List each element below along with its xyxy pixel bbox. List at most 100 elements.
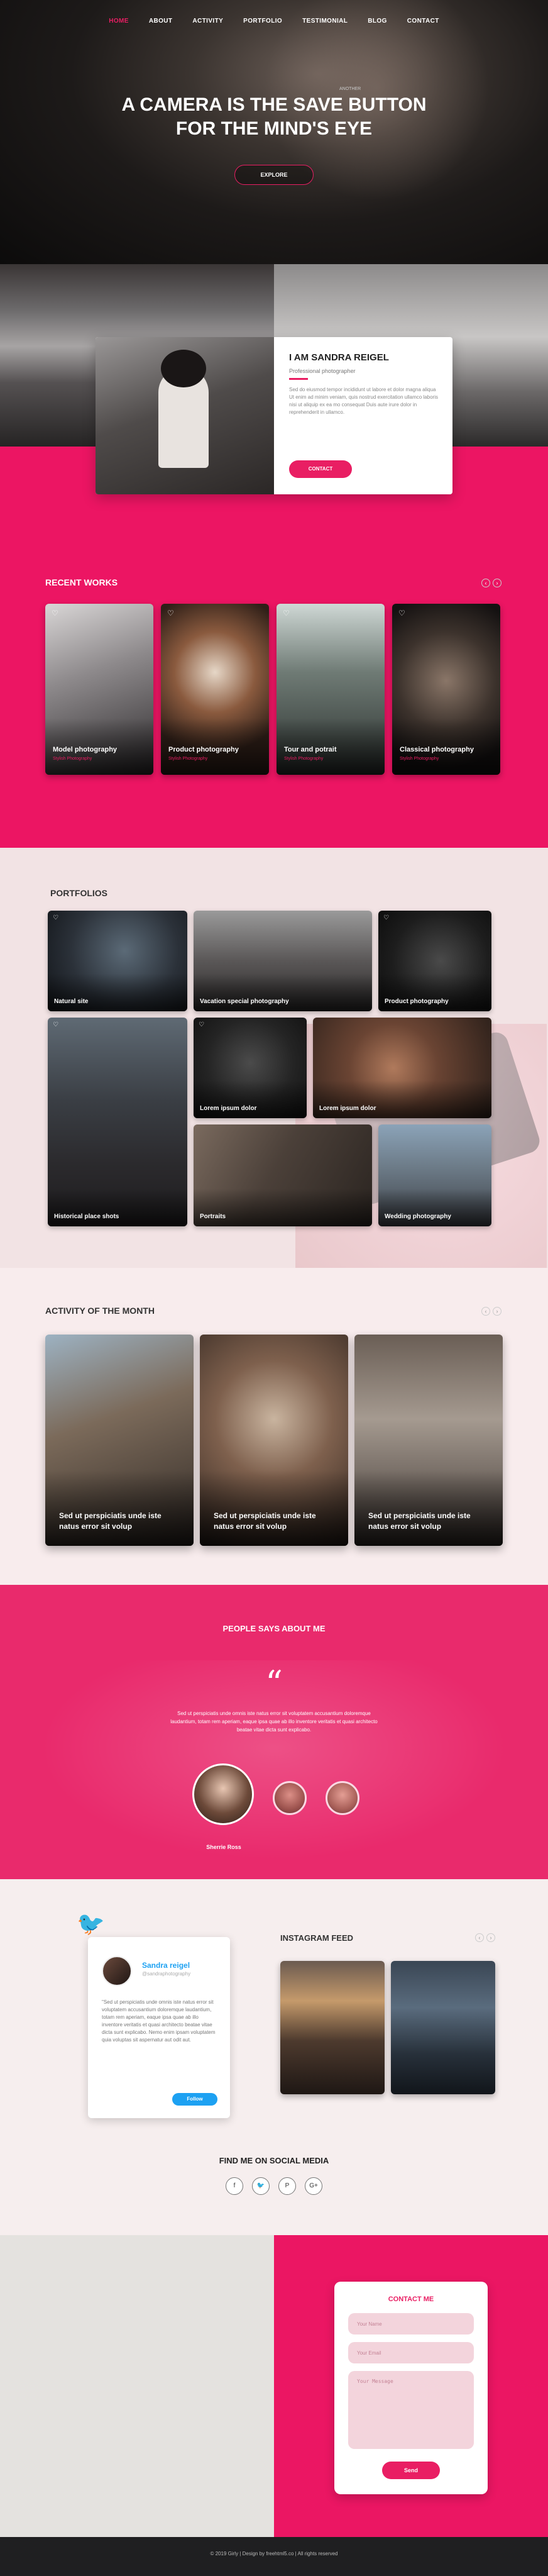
activity-card-title: Sed ut perspiciatis unde iste natus erro… (368, 1511, 471, 1531)
twitter-bird-icon: 🐦 (77, 1911, 105, 1936)
portfolio-item[interactable]: Wedding photography (378, 1124, 491, 1226)
heart-icon[interactable]: ♡ (53, 1021, 58, 1028)
portfolio-item[interactable]: ♡ Historical place shots (48, 1018, 187, 1226)
card-shade (48, 1189, 187, 1226)
about-text: I AM SANDRA REIGEL Professional photogra… (289, 352, 440, 416)
about-photo-hat (161, 350, 206, 387)
social-icons: f 🐦 P G+ (0, 2177, 548, 2195)
next-arrow-icon[interactable]: › (493, 1307, 501, 1316)
card-shade (200, 1470, 348, 1546)
contact-section: CONTACT ME Send (0, 2235, 548, 2537)
card-shade (313, 1080, 491, 1118)
instagram-image[interactable] (391, 1961, 495, 2094)
testimonial-avatar[interactable] (326, 1781, 359, 1815)
portfolio-item[interactable]: ♡ Lorem ipsum dolor (194, 1018, 307, 1118)
testimonial-text: Sed ut perspiciatis unde omnis iste natu… (170, 1711, 378, 1733)
activity-card-title: Sed ut perspiciatis unde iste natus erro… (59, 1511, 162, 1531)
heart-icon[interactable]: ♡ (383, 914, 389, 921)
prev-arrow-icon[interactable]: ‹ (481, 1307, 490, 1316)
recent-work-card[interactable]: ♡ Classical photography Stylish Photogra… (392, 604, 500, 775)
portfolio-item[interactable]: Vacation special photography (194, 911, 372, 1011)
nav-blog[interactable]: BLOG (368, 18, 387, 25)
next-arrow-icon[interactable]: › (486, 1933, 495, 1942)
prev-arrow-icon[interactable]: ‹ (481, 579, 490, 587)
name-input[interactable] (348, 2313, 474, 2334)
portfolio-item-title: Lorem ipsum dolor (319, 1105, 376, 1112)
email-input[interactable] (348, 2342, 474, 2363)
send-button[interactable]: Send (382, 2462, 440, 2479)
google-plus-icon[interactable]: G+ (305, 2177, 322, 2195)
twitter-icon[interactable]: 🐦 (252, 2177, 270, 2195)
heart-icon[interactable]: ♡ (52, 609, 58, 618)
instagram-image[interactable] (280, 1961, 385, 2094)
facebook-icon[interactable]: f (226, 2177, 243, 2195)
activity-title: ACTIVITY OF THE MONTH (45, 1306, 155, 1316)
contact-form: CONTACT ME Send (334, 2282, 488, 2494)
explore-button[interactable]: EXPLORE (234, 165, 314, 185)
testimonial-section: PEOPLE SAYS ABOUT ME “ Sed ut perspiciat… (0, 1585, 548, 1879)
portfolio-item-title: Natural site (54, 998, 89, 1005)
recent-work-card[interactable]: ♡ Product photography Stylish Photograph… (161, 604, 269, 775)
activity-section: ACTIVITY OF THE MONTH ‹ › Sed ut perspic… (0, 1268, 548, 1585)
activity-card[interactable]: Sed ut perspiciatis unde iste natus erro… (354, 1335, 503, 1546)
about-card: I AM SANDRA REIGEL Professional photogra… (96, 337, 452, 494)
prev-arrow-icon[interactable]: ‹ (475, 1933, 484, 1942)
card-shade (354, 1470, 503, 1546)
portfolio-item-title: Historical place shots (54, 1213, 119, 1220)
hero-title: A CAMERA IS THE SAVE BUTTON FOR THE MIND… (0, 93, 548, 141)
heart-icon[interactable]: ♡ (283, 609, 290, 618)
instagram-title: INSTAGRAM FEED (280, 1933, 354, 1943)
footer: © 2019 Girly | Design by freehtml5.co | … (0, 2537, 548, 2576)
activity-card[interactable]: Sed ut perspiciatis unde iste natus erro… (200, 1335, 348, 1546)
contact-title: CONTACT ME (388, 2296, 434, 2303)
recent-work-card[interactable]: ♡ Tour and potrait Stylish Photography (277, 604, 385, 775)
heart-icon[interactable]: ♡ (199, 1021, 204, 1028)
portfolio-item-title: Portraits (200, 1213, 226, 1220)
message-input[interactable] (348, 2371, 474, 2449)
heart-icon[interactable]: ♡ (53, 914, 58, 921)
quote-icon: “ (265, 1663, 283, 1703)
testimonial-avatar-active[interactable] (192, 1763, 254, 1825)
recent-work-title: Classical photography (400, 746, 474, 753)
portfolio-item[interactable]: Lorem ipsum dolor (313, 1018, 491, 1118)
twitter-avatar (102, 1956, 132, 1986)
portfolio-item-title: Product photography (385, 998, 449, 1005)
heart-icon[interactable]: ♡ (167, 609, 174, 618)
nav-activity[interactable]: ACTIVITY (192, 18, 223, 25)
card-shade (194, 1080, 307, 1118)
main-nav: HOME ABOUT ACTIVITY PORTFOLIO TESTIMONIA… (0, 18, 548, 25)
nav-testimonial[interactable]: TESTIMONIAL (302, 18, 348, 25)
heart-icon[interactable]: ♡ (398, 609, 405, 618)
footer-copyright: © 2019 Girly | Design by freehtml5.co | … (210, 2551, 338, 2557)
follow-button[interactable]: Follow (172, 2093, 217, 2106)
portfolio-section: PORTFOLIOS ♡ Natural site Vacation speci… (0, 848, 548, 1268)
portfolio-item-title: Wedding photography (385, 1213, 451, 1220)
recent-works-arrows: ‹ › (481, 579, 501, 587)
hero-kicker: ANOTHER (339, 87, 361, 91)
next-arrow-icon[interactable]: › (493, 579, 501, 587)
social-section: Sandra reigel @sandraphotography "Sed ut… (0, 1879, 548, 2235)
nav-contact[interactable]: CONTACT (407, 18, 439, 25)
portfolio-item[interactable]: Portraits (194, 1124, 372, 1226)
about-photo (96, 337, 274, 494)
pinterest-icon[interactable]: P (278, 2177, 296, 2195)
portfolio-item[interactable]: ♡ Natural site (48, 911, 187, 1011)
nav-home[interactable]: HOME (109, 18, 129, 25)
twitter-handle[interactable]: @sandraphotography (142, 1971, 190, 1977)
activity-card-title: Sed ut perspiciatis unde iste natus erro… (214, 1511, 316, 1531)
nav-about[interactable]: ABOUT (149, 18, 173, 25)
about-contact-button[interactable]: CONTACT (289, 460, 352, 478)
twitter-name[interactable]: Sandra reigel (142, 1961, 190, 1970)
recent-works-title: RECENT WORKS (45, 577, 118, 587)
activity-arrows: ‹ › (481, 1307, 501, 1316)
recent-work-title: Product photography (168, 746, 239, 753)
nav-portfolio[interactable]: PORTFOLIO (243, 18, 282, 25)
recent-work-card[interactable]: ♡ Model photography Stylish Photography (45, 604, 153, 775)
hero-title-line2: FOR THE MIND'S EYE (175, 118, 373, 139)
activity-card[interactable]: Sed ut perspiciatis unde iste natus erro… (45, 1335, 194, 1546)
recent-work-sub: Stylish Photography (284, 757, 324, 761)
testimonial-avatar[interactable] (273, 1781, 307, 1815)
portfolio-item[interactable]: ♡ Product photography (378, 911, 491, 1011)
card-shade (48, 974, 187, 1011)
twitter-text: "Sed ut perspiciatis unde omnis iste nat… (102, 1999, 216, 2043)
